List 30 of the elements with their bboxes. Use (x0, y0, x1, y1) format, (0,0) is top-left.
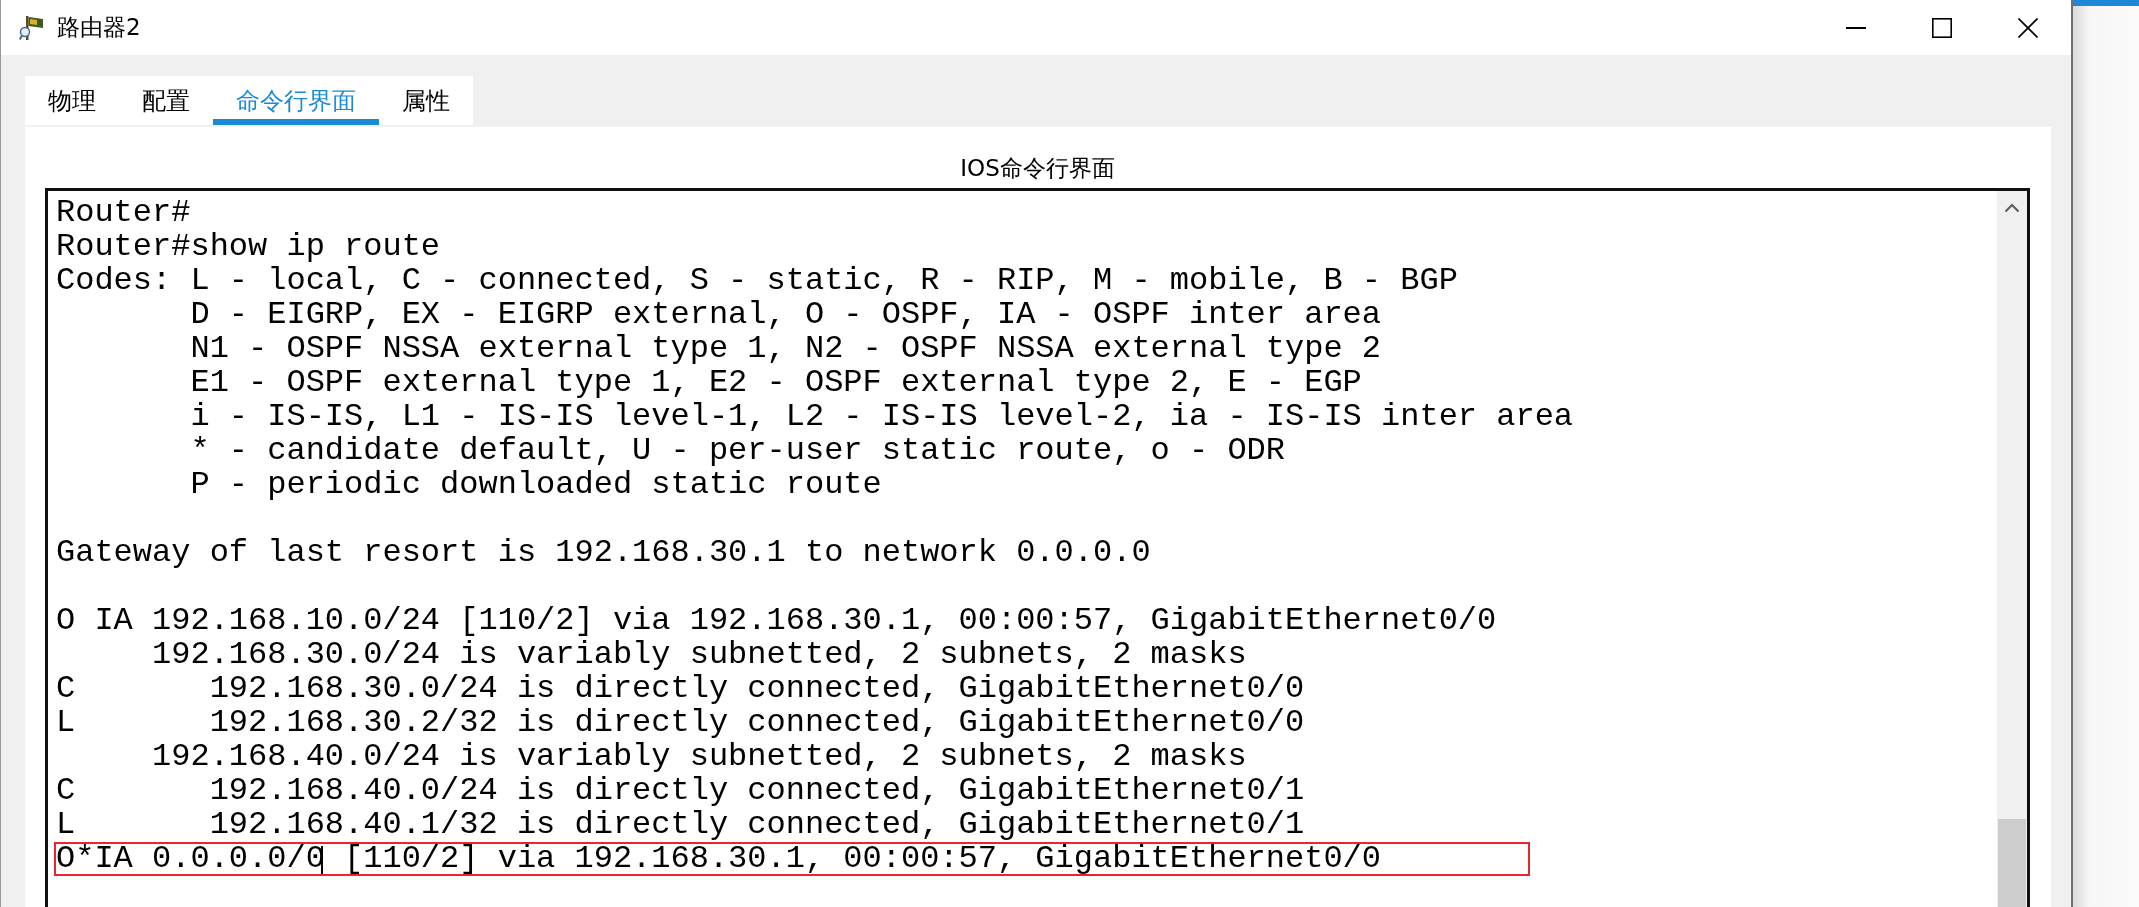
panel-title: IOS命令行界面 (960, 154, 1115, 183)
tab[interactable]: 属性 (379, 76, 473, 125)
terminal-line: Gateway of last resort is 192.168.30.1 to network 0.0.0.0 (56, 538, 1151, 568)
terminal-line: Router# (56, 198, 191, 228)
close-icon (2018, 17, 2038, 38)
terminal-line: C 192.168.40.0/24 is directly connected, GigabitEthernet0/1 (56, 776, 1305, 806)
terminal-line: i - IS-IS, L1 - IS-IS level-1, L2 - IS-IS level-2, ia - IS-IS inter area (189, 402, 1574, 432)
terminal-line: E1 - OSPF external type 1, E2 - OSPF external type 2, E - EGP (189, 368, 1362, 398)
terminal-line: C 192.168.30.0/24 is directly connected, GigabitEthernet0/0 (56, 674, 1305, 704)
chevron-up-icon[interactable] (2004, 203, 2020, 213)
terminal-line: P - periodic downloaded static route (189, 470, 882, 500)
terminal-line: O IA 192.168.10.0/24 [110/2] via 192.168.30.1, 00:00:57, GigabitEthernet0/0 (56, 606, 1497, 636)
terminal-line: 192.168.40.0/24 is variably subnetted, 2 subnets, 2 masks (151, 742, 1247, 772)
window-title: 路由器2 (57, 13, 141, 42)
terminal-line: Codes: L - local, C - connected, S - static, R - RIP, M - mobile, B - BGP (56, 266, 1458, 296)
terminal-line: L 192.168.40.1/32 is directly connected, GigabitEthernet0/1 (56, 810, 1305, 840)
terminal-line: L 192.168.30.2/32 is directly connected, GigabitEthernet0/0 (56, 708, 1305, 738)
terminal-line: Router#show ip route (56, 232, 441, 262)
flag-icon (19, 14, 45, 41)
terminal-line: N1 - OSPF NSSA external type 1, N2 - OSPF NSSA external type 2 (189, 334, 1381, 364)
terminal-line: 192.168.30.0/24 is variably subnetted, 2 subnets, 2 masks (151, 640, 1247, 670)
scrollbar-thumb[interactable] (1998, 819, 2026, 907)
terminal-line: * - candidate default, U - per-user static route, o - ODR (189, 436, 1285, 466)
terminal-line: O*IA 0.0.0.0/0 [110/2] via 192.168.30.1, 00:00:57, GigabitEthernet0/0 (56, 844, 1381, 874)
minimize-icon (1846, 26, 1866, 29)
maximize-icon (1932, 17, 1952, 38)
tab[interactable]: 物理 (25, 76, 119, 125)
tab[interactable]: 配置 (119, 76, 213, 125)
terminal-line: D - EIGRP, EX - EIGRP external, O - OSPF, IA - OSPF inter area (189, 300, 1381, 330)
scrollbar[interactable] (1997, 191, 2027, 907)
